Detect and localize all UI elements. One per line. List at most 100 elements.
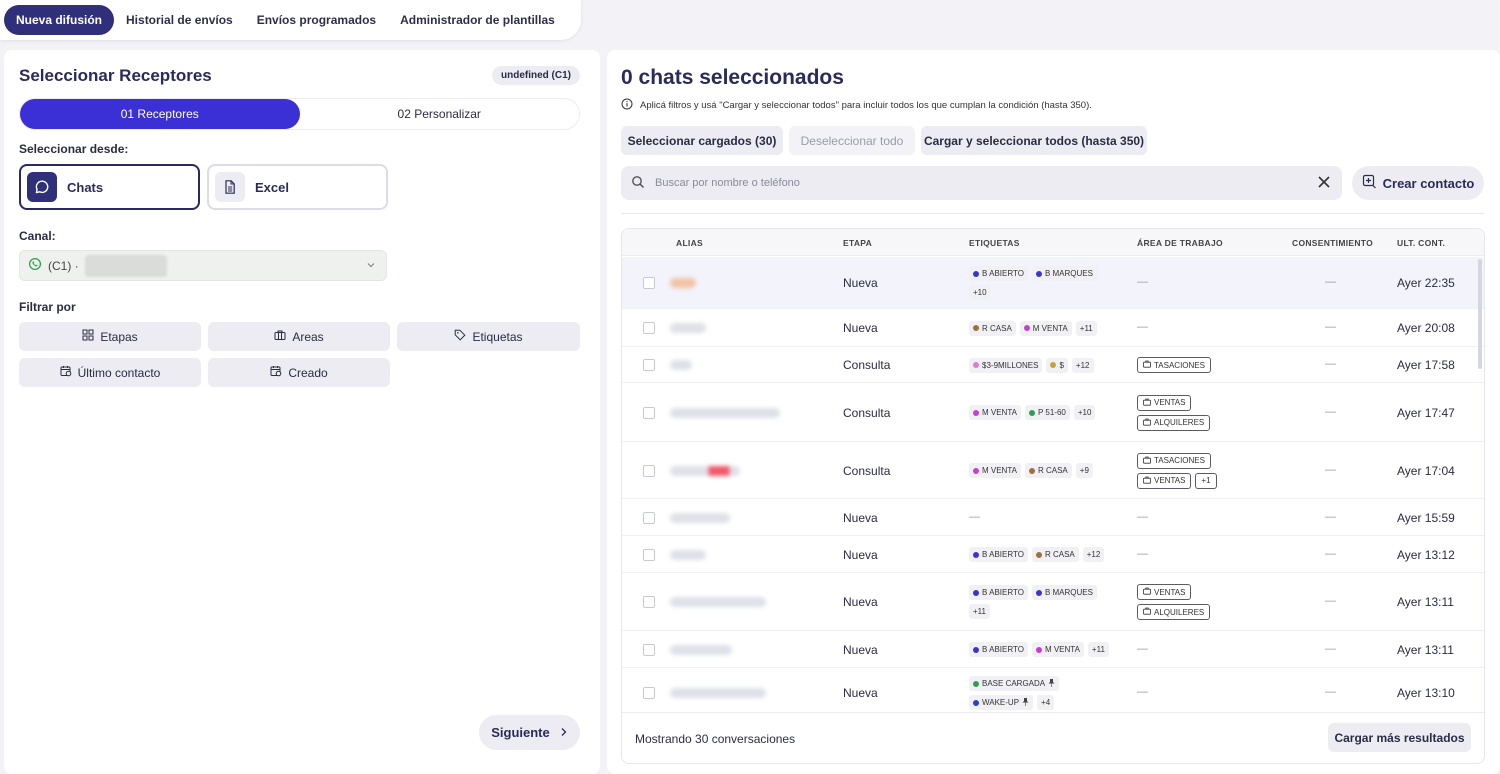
chevron-right-icon — [560, 725, 568, 740]
deselect-all-button[interactable]: Deseleccionar todo — [789, 126, 915, 155]
source-excel-label: Excel — [255, 179, 289, 195]
add-contact-icon — [1362, 174, 1377, 192]
consent-value: — — [1325, 686, 1336, 698]
search-input[interactable]: Buscar por nombre o teléfono — [655, 177, 1342, 189]
col-alias: ALIAS — [676, 238, 703, 248]
table-header: ALIAS ETAPA ETIQUETAS ÁREA DE TRABAJO CO… — [622, 229, 1484, 256]
tab-historial-envios[interactable]: Historial de envíos — [114, 5, 245, 35]
step-personalizar[interactable]: 02 Personalizar — [300, 99, 580, 129]
alias-redacted — [670, 549, 706, 560]
row-checkbox[interactable] — [643, 643, 655, 656]
scrollbar[interactable] — [1478, 259, 1482, 369]
table-row[interactable]: Consulta M VENTA R CASA +9 TASACIONES VENTAS +… — [622, 442, 1484, 499]
consent-value: — — [1325, 276, 1336, 288]
row-checkbox[interactable] — [643, 322, 655, 334]
tag-chip: $3-9MILLONES — [969, 357, 1043, 373]
row-checkbox[interactable] — [643, 548, 655, 561]
consent-value: — — [1325, 463, 1336, 476]
col-area: ÁREA DE TRABAJO — [1137, 238, 1223, 248]
table-row[interactable]: Consulta M VENTA P 51-60 +10 VENTAS ALQUILERE… — [622, 383, 1484, 442]
tag-chip: M VENTA — [969, 463, 1021, 478]
briefcase-icon — [1143, 418, 1151, 428]
load-select-all-button[interactable]: Cargar y seleccionar todos (hasta 350) — [921, 126, 1147, 155]
area-chip: VENTAS — [1137, 394, 1192, 411]
area-chip: TASACIONES — [1137, 452, 1211, 469]
last-contact-time: Ayer 17:04 — [1397, 463, 1455, 478]
step-receptores[interactable]: 01 Receptores — [20, 99, 300, 129]
work-areas: TASACIONES VENTAS +1 — [1137, 452, 1217, 489]
consent-value: — — [1325, 642, 1336, 655]
filter-ultimo-contacto-button[interactable]: Último contacto — [19, 358, 201, 387]
row-checkbox[interactable] — [643, 277, 655, 289]
filter-etapas-label: Etapas — [100, 329, 138, 344]
tag-label: R CASA — [1037, 466, 1068, 475]
canal-select[interactable]: (C1) · — [19, 250, 387, 281]
table-row[interactable]: Nueva B ABIERTO M VENTA +11 — — Ayer 13:11 — [622, 631, 1484, 668]
table-row[interactable]: Nueva R CASA M VENTA +11 — — Ayer 20:08 — [622, 309, 1484, 347]
tag-label: M VENTA — [982, 408, 1017, 417]
table-row[interactable]: Nueva B ABIERTO B MARQUES +10 — — Ayer 22:35 — [622, 257, 1484, 309]
area-line: ALQUILERES — [1137, 414, 1211, 431]
tag-label: +4 — [1041, 698, 1051, 707]
alias-redacted — [670, 360, 692, 370]
table-row[interactable]: Nueva B ABIERTO R CASA +12 — — Ayer 13:12 — [622, 536, 1484, 573]
chat-bubble-icon — [27, 172, 57, 202]
filter-areas-button[interactable]: Areas — [208, 322, 390, 351]
tags-list: B ABIERTO B MARQUES +10 — [969, 266, 1119, 300]
select-loaded-button[interactable]: Seleccionar cargados (30) — [621, 126, 783, 155]
tag-chip: P 51-60 — [1024, 405, 1070, 420]
tab-envios-programados[interactable]: Envíos programados — [245, 5, 388, 35]
source-chats-button[interactable]: Chats — [19, 164, 200, 210]
chats-table: ALIAS ETAPA ETIQUETAS ÁREA DE TRABAJO CO… — [621, 228, 1485, 764]
tag-color-dot — [1035, 646, 1042, 653]
top-tabs: Nueva difusión Historial de envíos Envío… — [0, 0, 581, 40]
area-line: TASACIONES — [1137, 452, 1217, 469]
create-contact-button[interactable]: Crear contacto — [1352, 166, 1484, 200]
pin-icon — [1048, 678, 1055, 689]
load-more-button[interactable]: Cargar más resultados — [1328, 723, 1471, 752]
clear-search-icon[interactable] — [1316, 174, 1332, 193]
row-checkbox[interactable] — [643, 406, 655, 419]
divider — [621, 213, 1484, 214]
source-excel-button[interactable]: Excel — [207, 164, 388, 210]
tag-chip: B ABIERTO — [969, 266, 1028, 281]
tag-chip: B MARQUES — [1031, 266, 1097, 281]
tag-color-dot — [973, 646, 979, 653]
tag-color-dot — [1028, 467, 1035, 474]
row-checkbox[interactable] — [643, 511, 655, 524]
empty-value: — — [1137, 321, 1148, 333]
area-chip: +1 — [1195, 472, 1217, 489]
area-chip: ALQUILERES — [1137, 604, 1211, 620]
table-row[interactable]: Nueva B ABIERTO B MARQUES +11 VENTAS ALQUILER… — [622, 573, 1484, 631]
tag-color-dot — [973, 409, 979, 416]
create-contact-label: Crear contacto — [1382, 175, 1475, 191]
area-chip: VENTAS — [1137, 584, 1192, 600]
filter-etiquetas-button[interactable]: Etiquetas — [397, 322, 580, 351]
row-checkbox[interactable] — [643, 687, 655, 699]
work-areas: VENTAS ALQUILERES — [1137, 394, 1211, 431]
tab-nueva-difusion[interactable]: Nueva difusión — [4, 5, 115, 35]
chevron-down-icon — [366, 259, 376, 273]
next-button[interactable]: Siguiente — [479, 715, 580, 750]
row-checkbox[interactable] — [643, 464, 655, 477]
canal-label: Canal: — [19, 229, 56, 243]
row-checkbox[interactable] — [643, 359, 655, 371]
tag-color-dot — [1035, 589, 1042, 596]
area-label: VENTAS — [1154, 476, 1186, 485]
tab-administrador-plantillas[interactable]: Administrador de plantillas — [388, 5, 567, 35]
pin-icon — [1022, 697, 1029, 708]
table-row[interactable]: Nueva BASE CARGADA WAKE-UP +4 — — Ayer 13:10 — [622, 668, 1484, 718]
calendar-clock-icon — [270, 365, 282, 380]
tag-chip: B MARQUES — [1031, 585, 1097, 600]
tag-icon — [454, 329, 466, 344]
tag-label: B MARQUES — [1044, 588, 1093, 597]
table-row[interactable]: Consulta $3-9MILLONES $ +12 TASACIONES — Ayer … — [622, 347, 1484, 383]
table-row[interactable]: Nueva — — — Ayer 15:59 — [622, 499, 1484, 536]
row-checkbox[interactable] — [643, 596, 655, 608]
etapa-value: Nueva — [843, 276, 878, 290]
filter-creado-button[interactable]: Creado — [208, 358, 390, 387]
tag-color-dot — [1028, 409, 1035, 416]
tag-color-dot — [973, 551, 979, 558]
empty-value: — — [1137, 276, 1148, 288]
filter-etapas-button[interactable]: Etapas — [19, 322, 201, 351]
